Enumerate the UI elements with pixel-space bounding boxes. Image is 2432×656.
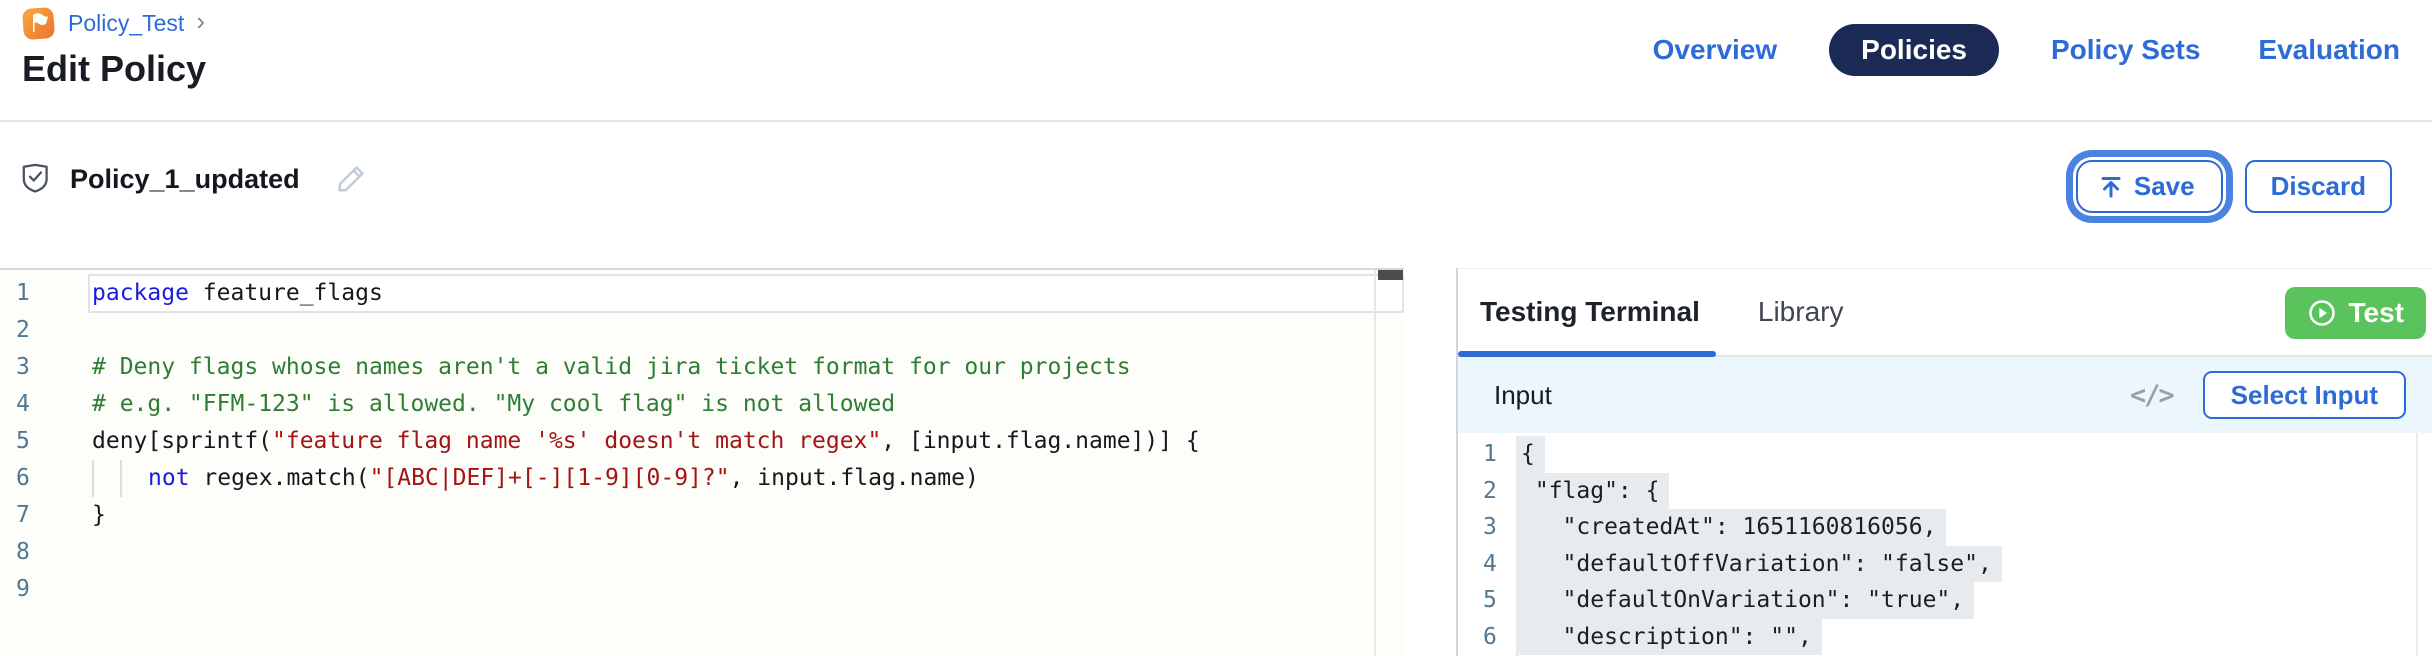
line-number: 3 — [16, 349, 30, 386]
code-segment: "feature flag name '%s' doesn't match re… — [272, 428, 881, 454]
policy-identity: Policy_1_updated — [20, 162, 366, 196]
json-line[interactable]: 5 "defaultOnVariation": "true", — [1458, 582, 2432, 619]
code-braces-icon[interactable]: </> — [2130, 380, 2173, 411]
code-segment: not — [148, 465, 190, 491]
json-line[interactable]: 4 "defaultOffVariation": "false", — [1458, 546, 2432, 583]
breadcrumb: Policy_Test › — [22, 6, 205, 40]
breadcrumb-project-link[interactable]: Policy_Test — [68, 10, 184, 37]
editor-scrollbar-thumb[interactable] — [1378, 270, 1403, 280]
line-number: 3 — [1483, 509, 1497, 546]
code-line[interactable]: 1 package feature_flags — [0, 275, 1404, 312]
discard-button-label: Discard — [2271, 171, 2366, 202]
save-button-label: Save — [2134, 171, 2195, 202]
line-number: 5 — [1483, 582, 1497, 619]
shield-check-icon — [20, 162, 52, 196]
json-line[interactable]: 3 "createdAt": 1651160816056, — [1458, 509, 2432, 546]
select-input-button[interactable]: Select Input — [2203, 371, 2406, 419]
test-button-label: Test — [2349, 297, 2405, 329]
line-number: 1 — [16, 275, 30, 312]
discard-button[interactable]: Discard — [2245, 160, 2392, 213]
input-json-lines: 1{2 "flag": {3 "createdAt": 165116081605… — [1458, 436, 2432, 655]
tab-library[interactable]: Library — [1758, 296, 1844, 328]
module-nav: Overview Policies Policy Sets Evaluation — [1647, 24, 2406, 76]
code-line[interactable]: 9 — [0, 571, 1404, 608]
line-number: 7 — [16, 497, 30, 534]
json-text: "description": "", — [1516, 619, 1822, 656]
input-header-bar: Input </> Select Input — [1458, 357, 2432, 433]
code-segment: deny[sprintf( — [92, 428, 272, 454]
editor-scrollbar-track — [1374, 270, 1376, 656]
code-text: # e.g. "FFM-123" is allowed. "My cool fl… — [92, 386, 895, 423]
tab-testing-terminal[interactable]: Testing Terminal — [1480, 296, 1700, 328]
page-title: Edit Policy — [22, 48, 206, 90]
json-text: "defaultOnVariation": "true", — [1516, 582, 1974, 619]
active-tab-underline — [1458, 351, 1716, 357]
code-segment: feature_flags — [189, 280, 383, 306]
line-number: 8 — [16, 534, 30, 571]
nav-tab-evaluation[interactable]: Evaluation — [2252, 24, 2406, 76]
code-segment: regex.match( — [190, 465, 370, 491]
line-number: 2 — [1483, 473, 1497, 510]
edit-name-pencil-icon[interactable] — [336, 164, 366, 194]
testing-panel-tabs: Testing Terminal Library Test — [1458, 269, 2432, 357]
code-line[interactable]: 3 # Deny flags whose names aren't a valid… — [0, 349, 1404, 386]
input-label: Input — [1494, 380, 1552, 411]
indent-guide — [92, 460, 120, 497]
play-circle-icon — [2307, 298, 2337, 328]
line-number: 1 — [1483, 436, 1497, 473]
code-line[interactable]: 8 — [0, 534, 1404, 571]
code-line[interactable]: 5 deny[sprintf("feature flag name '%s' do… — [0, 423, 1404, 460]
save-button[interactable]: Save — [2076, 160, 2223, 213]
line-number: 6 — [1483, 619, 1497, 656]
indent-guide — [120, 460, 148, 497]
json-text: "flag": { — [1516, 473, 1669, 510]
code-text: # Deny flags whose names aren't a valid … — [92, 349, 1131, 386]
json-editor-right-edge — [2416, 433, 2418, 656]
code-segment: , input.flag.name) — [730, 465, 979, 491]
page-header: Policy_Test › Edit Policy Overview Polic… — [0, 0, 2432, 122]
line-number: 6 — [16, 460, 30, 497]
toolbar-actions: Save Discard — [2076, 160, 2392, 213]
code-segment: # Deny flags whose names aren't a valid … — [92, 354, 1131, 380]
nav-tab-overview[interactable]: Overview — [1647, 24, 1784, 76]
code-segment: # e.g. "FFM-123" is allowed. "My cool fl… — [92, 391, 895, 417]
code-line[interactable]: 6 not regex.match("[ABC|DEF]+[-][1-9][0-9… — [0, 460, 1404, 497]
json-line[interactable]: 2 "flag": { — [1458, 473, 2432, 510]
json-text: { — [1516, 436, 1545, 473]
code-segment: } — [92, 502, 106, 528]
code-line[interactable]: 4 # e.g. "FFM-123" is allowed. "My cool f… — [0, 386, 1404, 423]
code-text: package feature_flags — [92, 275, 383, 312]
code-text: } — [92, 497, 106, 534]
code-segment: package — [92, 280, 189, 306]
line-number: 9 — [16, 571, 30, 608]
line-number: 4 — [1483, 546, 1497, 583]
nav-tab-policy-sets[interactable]: Policy Sets — [2045, 24, 2206, 76]
testing-panel: Testing Terminal Library Test Input </> … — [1456, 268, 2432, 656]
policy-name: Policy_1_updated — [70, 164, 300, 195]
test-button[interactable]: Test — [2285, 287, 2427, 339]
code-text: deny[sprintf("feature flag name '%s' doe… — [92, 423, 1200, 460]
code-line[interactable]: 7} — [0, 497, 1404, 534]
code-line[interactable]: 2 — [0, 312, 1404, 349]
upload-icon — [2098, 174, 2124, 200]
json-line[interactable]: 6 "description": "", — [1458, 619, 2432, 656]
json-text: "createdAt": 1651160816056, — [1516, 509, 1946, 546]
line-number: 4 — [16, 386, 30, 423]
nav-tab-policies[interactable]: Policies — [1829, 24, 1999, 76]
line-number: 2 — [16, 312, 30, 349]
line-number: 5 — [16, 423, 30, 460]
breadcrumb-chevron-icon: › — [196, 6, 205, 37]
policy-code-editor[interactable]: 1 package feature_flags 23 # Deny flags who… — [0, 268, 1404, 656]
policy-code-lines: 1 package feature_flags 23 # Deny flags who… — [0, 275, 1404, 608]
json-line[interactable]: 1{ — [1458, 436, 2432, 473]
feature-flags-logo-icon[interactable] — [22, 6, 56, 40]
code-segment: "[ABC|DEF]+[-][1-9][0-9]?" — [370, 465, 730, 491]
json-text: "defaultOffVariation": "false", — [1516, 546, 2002, 583]
code-segment: , [input.flag.name])] { — [881, 428, 1200, 454]
policy-toolbar: Policy_1_updated Save Discard — [0, 122, 2432, 268]
input-json-editor[interactable]: 1{2 "flag": {3 "createdAt": 165116081605… — [1458, 433, 2432, 656]
code-text: not regex.match("[ABC|DEF]+[-][1-9][0-9]… — [92, 460, 979, 497]
